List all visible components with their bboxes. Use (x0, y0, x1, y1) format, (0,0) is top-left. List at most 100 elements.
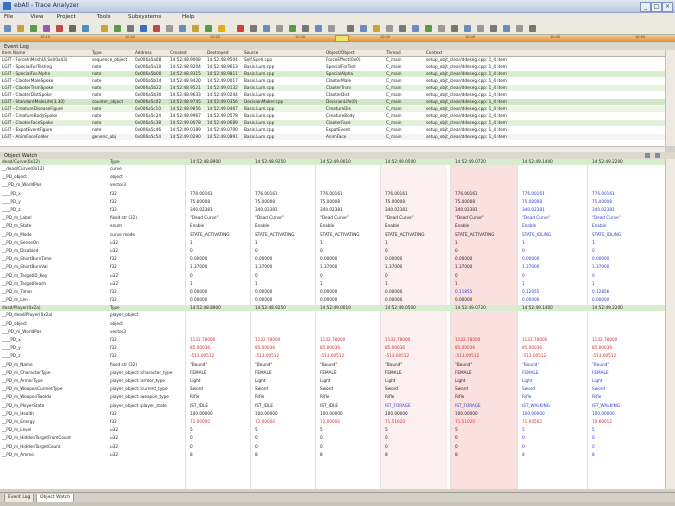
toolbar-button-icon[interactable] (101, 25, 108, 32)
timeline-bar[interactable]: 10:15 10:20 10:25 10:30 10:35 10:40 10:45 10:50 (0, 35, 675, 42)
event-log-scrollbar[interactable] (665, 50, 675, 146)
object-field-row[interactable]: ____PD_y f32 75.00008 75.00008 75.00008 75.00… (0, 199, 665, 205)
table-row[interactable]: LGIT - ClaoterDistSpoke note 0x006a5b30 14:… (0, 92, 665, 98)
object-field-row[interactable]: __PD_m_ShortBurnVal f32 1.37000 1.37000 1.37… (0, 264, 665, 270)
toolbar-button-icon[interactable] (127, 25, 134, 32)
toolbar-button-icon[interactable] (328, 25, 335, 32)
object-field-row[interactable]: __PD_dead/Player(0x2a) player_object (0, 312, 665, 318)
table-row[interactable]: LGIT - CreatureBodySpoke note 0x006a5c24 14… (0, 113, 665, 119)
object-field-row[interactable]: ____PD_z f32 340.02381 340.02381 340.02381 34… (0, 207, 665, 213)
menu-item-subsystems[interactable]: Subsystems (128, 14, 161, 20)
toolbar-button-icon[interactable] (373, 25, 380, 32)
menu-item-help[interactable]: Help (182, 14, 195, 20)
pin-icon[interactable] (645, 153, 650, 158)
table-row[interactable]: LGIT - ClaoterFaceSpoke note 0x006a5c38 14:… (0, 120, 665, 126)
table-row[interactable]: LGIT - ClaoterTrsmSpoke note 0x006a5b22 14:… (0, 85, 665, 91)
toolbar-button-icon[interactable] (477, 25, 484, 32)
toolbar-button-icon[interactable] (4, 25, 11, 32)
toolbar-button-icon[interactable] (302, 25, 309, 32)
object-field-row[interactable]: __PD_m_WeaponCurrentType player_object::c… (0, 386, 665, 392)
column-header[interactable]: Destroyed (207, 50, 229, 56)
object-field-row[interactable]: __PD_m_Label fixed str (32) "Dead Curve" "D… (0, 215, 665, 221)
object-field-row[interactable]: __PD_m_Level u32 5 5 5 5 5 5 5 (0, 427, 665, 433)
toolbar-button-icon[interactable] (360, 25, 367, 32)
toolbar-button-icon[interactable] (205, 25, 212, 32)
maximize-button[interactable]: □ (651, 2, 662, 12)
toolbar-button-icon[interactable] (263, 25, 270, 32)
object-field-row[interactable]: __PD_m_Mode curve mode STATE_ACTIVATING STA… (0, 232, 665, 238)
toolbar-button-icon[interactable] (17, 25, 24, 32)
object-field-row[interactable]: __PD_m_PlayerState player_object::player_… (0, 403, 665, 409)
toolbar-button-icon[interactable] (250, 25, 257, 32)
toolbar-button-icon[interactable] (347, 25, 354, 32)
table-row[interactable]: LGIT - StandardMaleLife(3,30) counter_obj… (0, 99, 665, 105)
table-row[interactable]: LGIT - CreatureDiseaseFigure note 0x006a5c… (0, 106, 665, 112)
object-field-row[interactable]: __PD_m_TargetReach u32 1 1 1 1 1 1 1 (0, 281, 665, 287)
object-field-row[interactable]: ___PD_m_WorldPos vector3 (0, 182, 665, 188)
toolbar-button-icon[interactable] (114, 25, 121, 32)
toolbar-button-icon[interactable] (529, 25, 536, 32)
table-row[interactable]: LGIT - ExpatEventFigure note 0x006a5c46 14:… (0, 127, 665, 133)
object-field-row[interactable]: __PD_m_SenseOn u32 1 1 1 1 1 1 1 (0, 240, 665, 246)
column-header[interactable]: Address (135, 50, 152, 56)
object-field-row[interactable]: __PD_m_TargetID_Key u32 0 0 0 0 0 0 0 (0, 273, 665, 279)
toolbar-button-icon[interactable] (237, 25, 244, 32)
toolbar-button-icon[interactable] (490, 25, 497, 32)
object-field-row[interactable]: ____PD_y f32 85.00036 85.00036 85.00036 85.00… (0, 345, 665, 351)
object-field-row[interactable]: __PD_m_HiddenTargetFromCount u32 0 0 0 0 0 0 0 (0, 435, 665, 441)
menu-item-project[interactable]: Project (57, 14, 76, 20)
toolbar-button-icon[interactable] (140, 25, 147, 32)
toolbar-button-icon[interactable] (464, 25, 471, 32)
object-field-row[interactable]: __PD_m_Timer f32 0.00000 0.00000 0.00000 0.00… (0, 289, 665, 295)
toolbar-button-icon[interactable] (399, 25, 406, 32)
toolbar-button-icon[interactable] (82, 25, 89, 32)
toolbar-button-icon[interactable] (192, 25, 199, 32)
object-field-row[interactable]: ____PD_x f32 776.00161 776.00161 776.00161 77… (0, 191, 665, 197)
minimize-button[interactable]: _ (640, 2, 651, 12)
object-field-row[interactable]: __PD_m_Energy f32 72.00000 72.00000 72.00000… (0, 419, 665, 425)
object-section-header[interactable]: dead/Curve(0x12) Type 14:52:48.8900 14:52:4… (0, 159, 665, 165)
column-header[interactable]: Object/Object (326, 50, 355, 56)
menu-item-view[interactable]: View (30, 14, 43, 20)
object-field-row[interactable]: __PD_object object (0, 321, 665, 327)
toolbar-button-icon[interactable] (56, 25, 63, 32)
menu-item-file[interactable]: File (4, 14, 13, 20)
column-header[interactable]: Source (244, 50, 258, 56)
object-field-row[interactable]: __PD_m_ArmorType player_object::armor_typ… (0, 378, 665, 384)
object-field-row[interactable]: __PD_m_CharacterType player_object::chara… (0, 370, 665, 376)
object-field-row[interactable]: ____PD_z f32 -513.00512 -513.00512 -513.0051… (0, 353, 665, 359)
column-header[interactable]: Created (170, 50, 187, 56)
object-field-row[interactable]: __PD_object object (0, 174, 665, 180)
toolbar-button-icon[interactable] (179, 25, 186, 32)
toolbar-button-icon[interactable] (289, 25, 296, 32)
object-field-row[interactable]: __PD_m_WeaponTwoIdx player_object::weapon… (0, 394, 665, 400)
toolbar-button-icon[interactable] (412, 25, 419, 32)
toolbar-button-icon[interactable] (153, 25, 160, 32)
toolbar-button-icon[interactable] (516, 25, 523, 32)
toolbar-button-icon[interactable] (276, 25, 283, 32)
table-row[interactable]: LGIT - ForceInMeshUi.Sel(0x43) sequence_o… (0, 57, 665, 63)
object-field-row[interactable]: __PD_m_Name fixed str (32) "Bound" "Bound" "… (0, 362, 665, 368)
object-field-row[interactable]: ___PD_m_WorldPos vector3 (0, 329, 665, 335)
object-watch-scrollbar[interactable] (665, 159, 675, 489)
object-field-row[interactable]: __PD_m_Ammo u32 8 8 8 8 8 8 8 (0, 452, 665, 458)
object-field-row[interactable]: ____PD_x f32 1132.78000 1132.78000 1132.7800… (0, 337, 665, 343)
table-row[interactable]: LGIT - SpecialForTesting note 0x006a5a10 14… (0, 64, 665, 70)
column-header[interactable]: Type (92, 50, 102, 56)
object-field-row[interactable]: __PD_m_Len f32 0.00000 0.00000 0.00000 0.0000… (0, 297, 665, 303)
toolbar-button-icon[interactable] (438, 25, 445, 32)
table-row[interactable]: LGIT - ClaoterMaleSpoke note 0x006a5b14 14:… (0, 78, 665, 84)
object-section-header[interactable]: dead/Player(0x2a) Type 14:52:48.8900 14:52:… (0, 305, 665, 312)
toolbar-button-icon[interactable] (43, 25, 50, 32)
column-header[interactable]: Thread (386, 50, 401, 56)
object-field-row[interactable]: __PD_m_Health f32 100.00000 100.00000 100.00… (0, 411, 665, 417)
toolbar-button-icon[interactable] (166, 25, 173, 32)
object-field-row[interactable]: __PD_m_HiddenTargetCount u32 0 0 0 0 0 0 0 (0, 444, 665, 450)
menu-item-tools[interactable]: Tools (97, 14, 111, 20)
column-header[interactable]: Item Name (2, 50, 25, 56)
object-field-row[interactable]: __PD_m_Disabled u32 0 0 0 0 0 0 0 (0, 248, 665, 254)
toolbar-button-icon[interactable] (218, 25, 225, 32)
close-button[interactable]: × (662, 2, 673, 12)
toolbar-button-icon[interactable] (315, 25, 322, 32)
table-row[interactable]: LGIT - SpecialFor.Alpha note 0x006a5b00 14:… (0, 71, 665, 77)
